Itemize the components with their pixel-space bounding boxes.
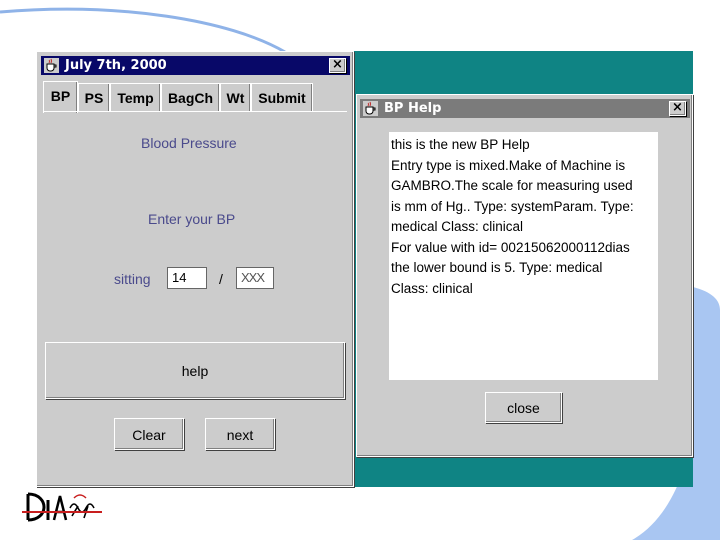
- java-cup-icon: [44, 58, 59, 73]
- logo-icon: [22, 492, 102, 522]
- help-window-titlebar[interactable]: BP Help ×: [360, 99, 690, 118]
- tab-bp[interactable]: BP: [43, 81, 78, 113]
- help-text-line: the lower bound is 5. Type: medical: [391, 260, 603, 275]
- posture-label: sitting: [114, 271, 151, 287]
- help-text-line: medical Class: clinical: [391, 219, 524, 234]
- java-cup-icon: [363, 101, 378, 116]
- diastolic-input[interactable]: XXX: [236, 267, 274, 289]
- tab-ps[interactable]: PS: [78, 83, 110, 111]
- bp-prompt: Enter your BP: [148, 211, 236, 227]
- close-button[interactable]: close: [485, 392, 562, 423]
- section-heading: Blood Pressure: [141, 135, 237, 151]
- help-text-area[interactable]: this is the new BP Help Entry type is mi…: [389, 132, 658, 380]
- systolic-input[interactable]: 14: [167, 267, 207, 289]
- help-button[interactable]: help: [45, 342, 345, 399]
- main-window-titlebar[interactable]: July 7th, 2000 ×: [41, 56, 350, 75]
- main-window-title: July 7th, 2000: [65, 58, 167, 73]
- tab-wt[interactable]: Wt: [220, 83, 251, 111]
- clear-button[interactable]: Clear: [114, 418, 184, 450]
- main-window-close-button[interactable]: ×: [329, 58, 346, 73]
- tab-temp[interactable]: Temp: [110, 83, 161, 111]
- tab-submit[interactable]: Submit: [251, 83, 313, 111]
- next-button[interactable]: next: [205, 418, 275, 450]
- tab-panel-border: [43, 111, 347, 112]
- help-text-line: Entry type is mixed.Make of Machine is: [391, 157, 626, 173]
- help-text-line: is mm of Hg.. Type: systemParam. Type:: [391, 198, 634, 214]
- help-text-line: Class: clinical: [391, 280, 473, 296]
- help-text-line: For value with id= 00215062000112dias: [391, 239, 630, 255]
- help-window-title: BP Help: [384, 101, 442, 116]
- help-window-close-button[interactable]: ×: [669, 101, 686, 116]
- help-text-line: GAMBRO.The scale for measuring used: [391, 178, 633, 193]
- close-icon: ×: [332, 57, 343, 72]
- bp-separator: /: [219, 271, 223, 287]
- tab-bagch[interactable]: BagCh: [161, 83, 220, 111]
- help-text-line: this is the new BP Help: [391, 137, 530, 152]
- close-icon: ×: [672, 100, 683, 115]
